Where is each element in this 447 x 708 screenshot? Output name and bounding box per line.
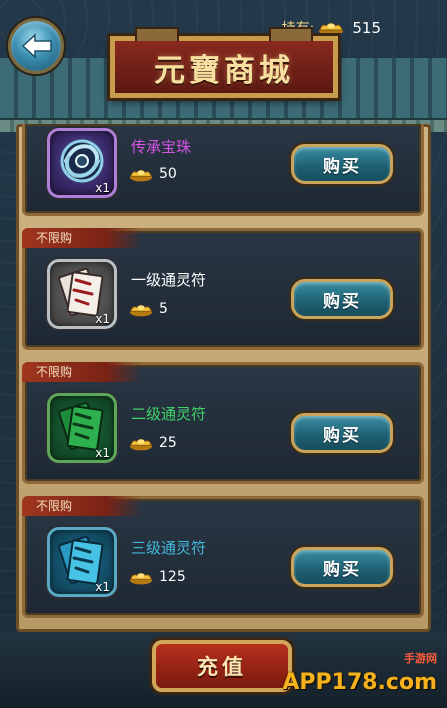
price-value: 5 bbox=[159, 301, 168, 317]
recharge-button[interactable]: 充值 bbox=[152, 640, 292, 692]
purchase-limit-tag: 不限购 bbox=[22, 228, 142, 248]
gold-ingot-icon bbox=[129, 572, 153, 584]
back-button[interactable] bbox=[8, 18, 64, 74]
price-value: 125 bbox=[159, 569, 186, 585]
item-icon-frame: x1 bbox=[47, 128, 117, 198]
gold-ingot-icon bbox=[319, 23, 344, 36]
purchase-limit-tag: 不限购 bbox=[22, 362, 142, 382]
price-value: 25 bbox=[159, 435, 177, 451]
buy-button[interactable]: 购买 bbox=[291, 413, 393, 453]
purchase-limit-tag: 不限购 bbox=[22, 496, 142, 516]
item-quantity: x1 bbox=[95, 446, 110, 460]
item-price: 25 bbox=[129, 435, 177, 451]
item-price: 50 bbox=[129, 166, 177, 182]
shop-item-card: x1 传承宝珠 50 购买 bbox=[22, 124, 424, 216]
gold-ingot-icon bbox=[129, 304, 153, 316]
buy-button[interactable]: 购买 bbox=[291, 144, 393, 184]
page-title: 元寶商城 bbox=[154, 52, 294, 89]
watermark-sub: 手游网 bbox=[404, 652, 437, 665]
shop-item-card: 不限购 x1 二级通灵符 25 购买 bbox=[22, 362, 424, 484]
price-value: 50 bbox=[159, 166, 177, 182]
item-name: 三级通灵符 bbox=[131, 539, 207, 557]
shop-item-card: 不限购 x1 三级通灵符 125 购买 bbox=[22, 496, 424, 618]
holding-value: 515 bbox=[352, 19, 381, 37]
shop-item-card: 不限购 x1 一级通灵符 5 购买 bbox=[22, 228, 424, 350]
item-name: 一级通灵符 bbox=[131, 271, 207, 289]
shop-item-list[interactable]: x1 传承宝珠 50 购买 不限购 x1 一级通灵符 5 购买 不限购 x1 二… bbox=[22, 124, 424, 619]
item-name: 传承宝珠 bbox=[131, 138, 192, 156]
item-quantity: x1 bbox=[95, 580, 110, 594]
item-icon-frame: x1 bbox=[47, 259, 117, 329]
item-quantity: x1 bbox=[95, 312, 110, 326]
item-price: 125 bbox=[129, 569, 186, 585]
arrow-left-icon bbox=[21, 33, 52, 59]
item-quantity: x1 bbox=[95, 181, 110, 195]
item-price: 5 bbox=[129, 301, 168, 317]
buy-button[interactable]: 购买 bbox=[291, 279, 393, 319]
item-icon-frame: x1 bbox=[47, 393, 117, 463]
item-name: 二级通灵符 bbox=[131, 405, 207, 423]
item-icon-frame: x1 bbox=[47, 527, 117, 597]
gold-ingot-icon bbox=[129, 169, 153, 181]
watermark: 手游网 APP178.com bbox=[282, 650, 443, 702]
buy-button[interactable]: 购买 bbox=[291, 547, 393, 587]
title-plaque: 元寶商城 bbox=[110, 27, 338, 98]
watermark-main: APP178.com bbox=[282, 670, 437, 695]
gold-ingot-icon bbox=[129, 438, 153, 450]
